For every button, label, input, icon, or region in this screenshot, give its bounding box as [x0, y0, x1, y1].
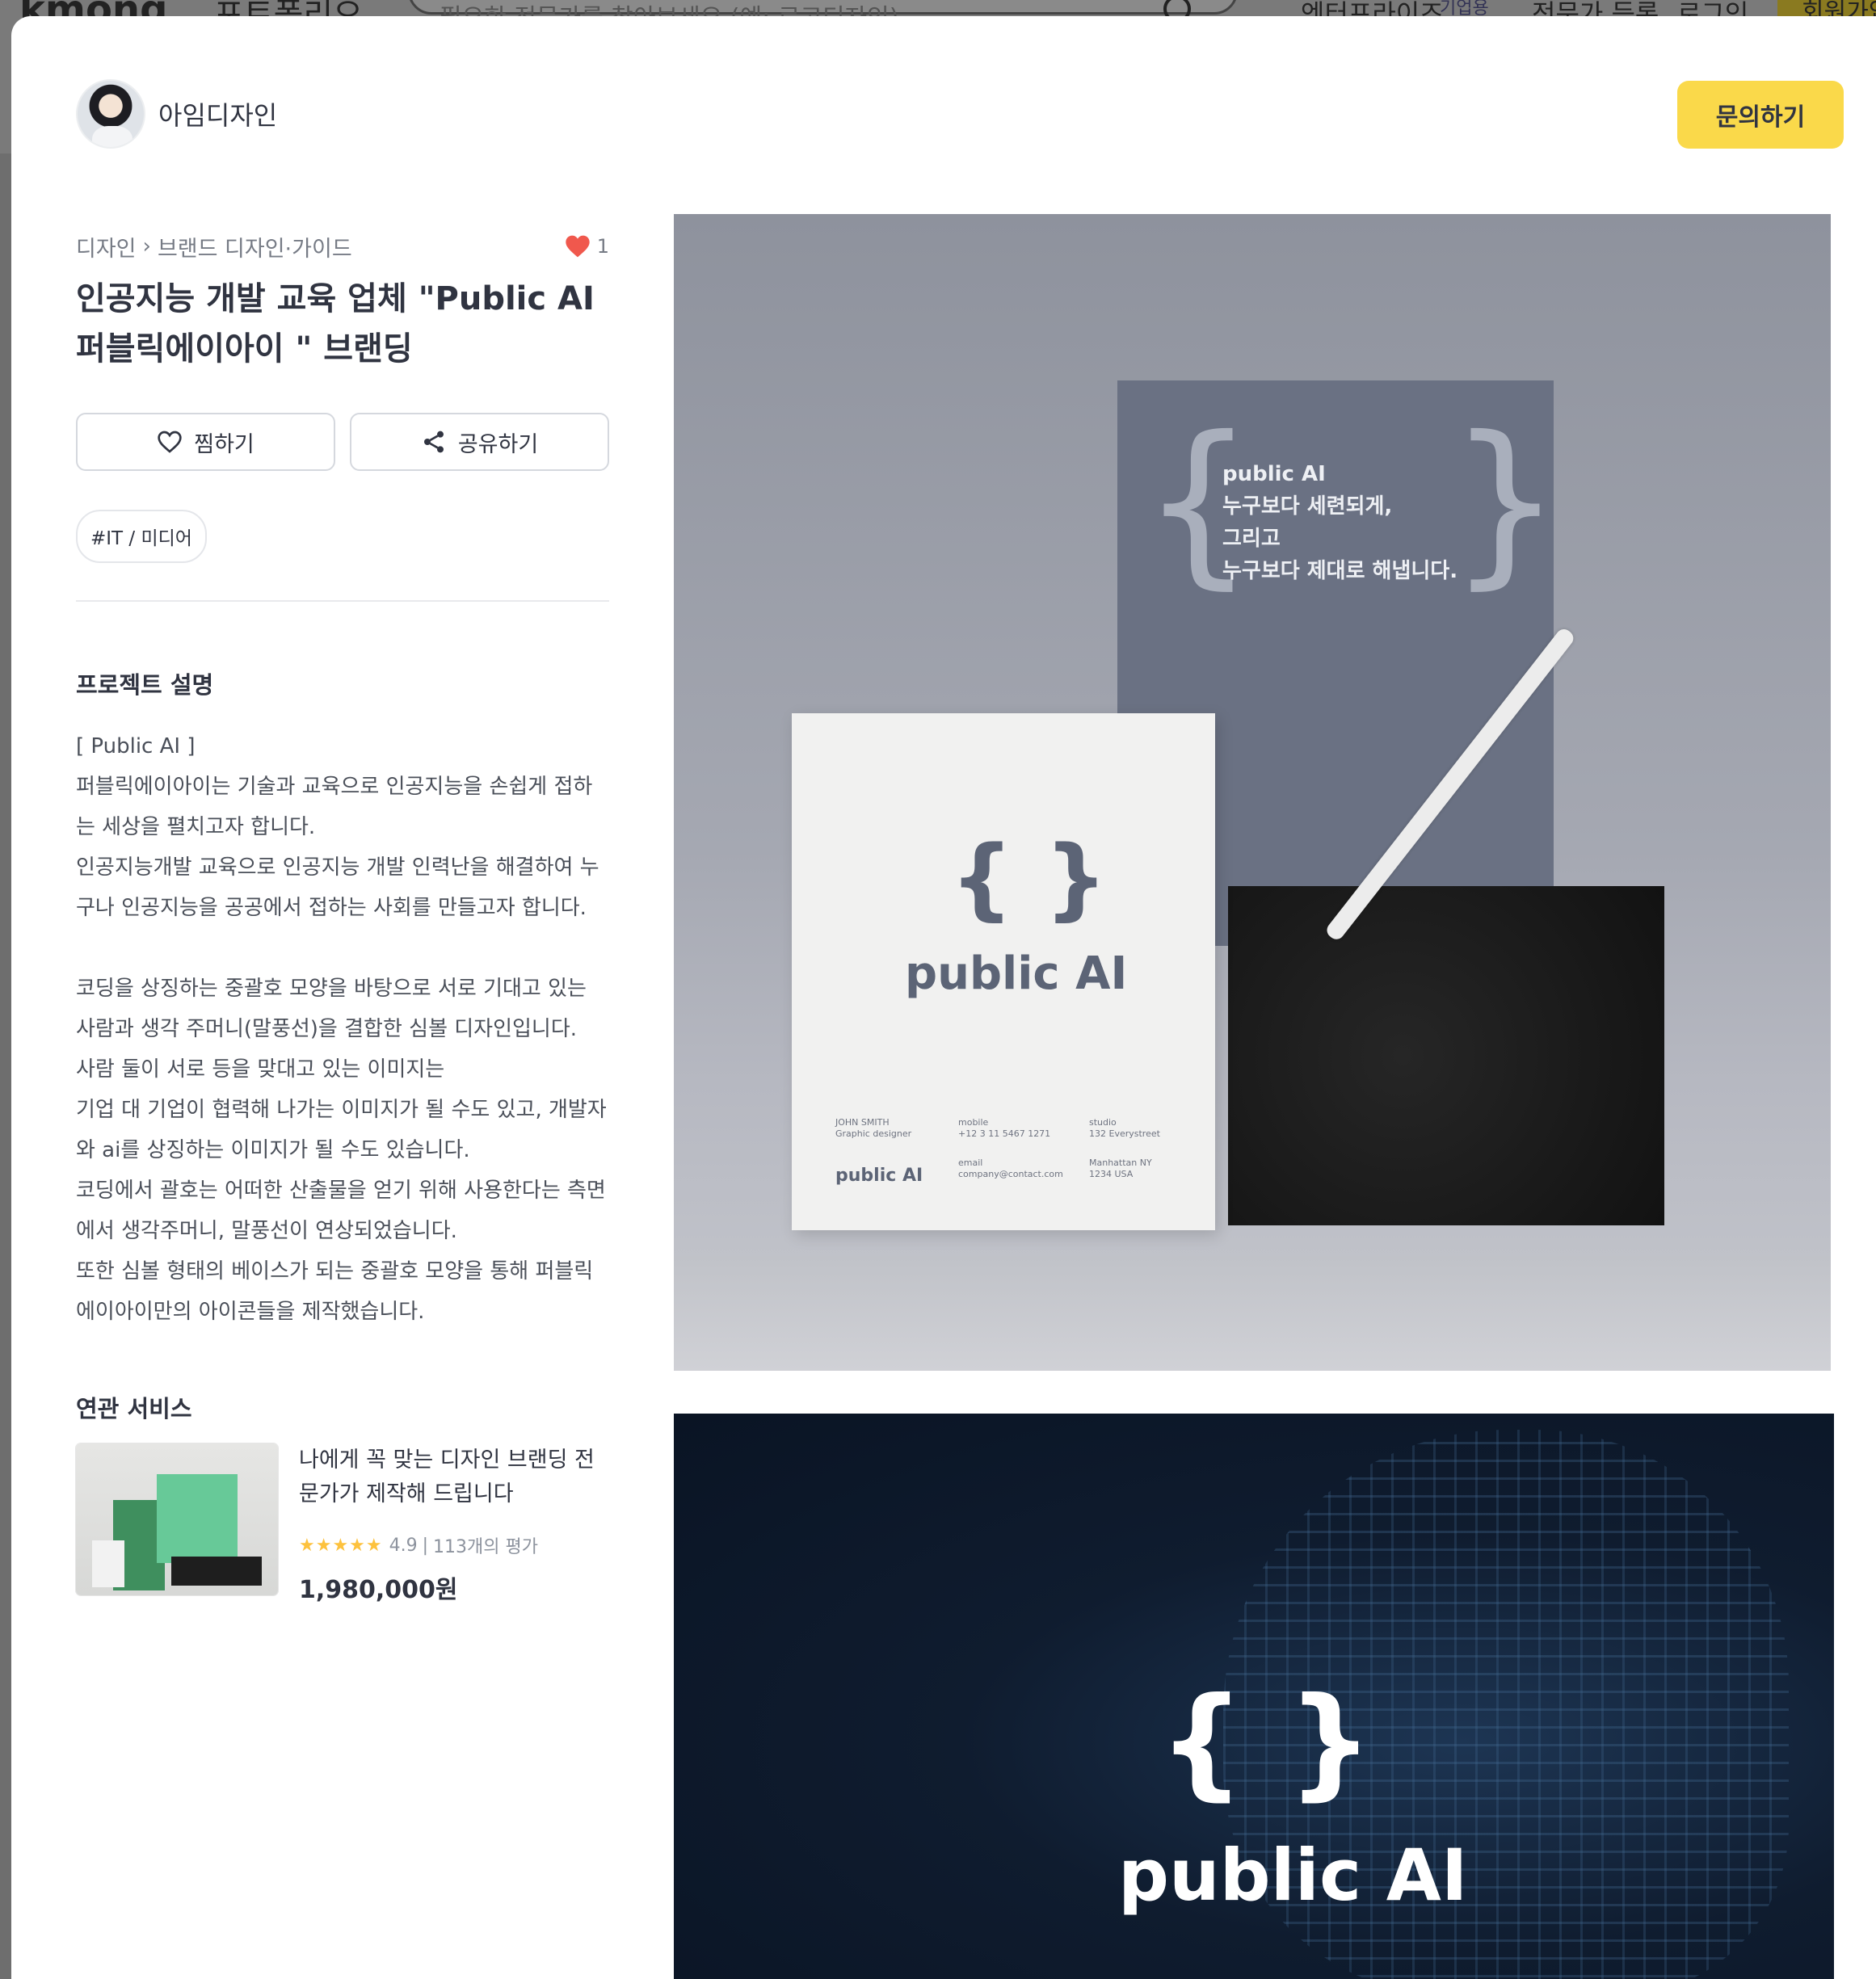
card-email-text: email company@contact.com — [958, 1158, 1063, 1179]
brace-logo-icon: { } — [1159, 1672, 1373, 1813]
page-title: 인공지능 개발 교육 업체 "Public AI 퍼블릭에이아이 " 브랜딩 — [76, 280, 595, 368]
inquiry-button[interactable]: 문의하기 — [1677, 81, 1844, 149]
related-service-name[interactable]: 나에게 꼭 맞는 디자인 브랜딩 전문가가 제작해 드립니다 — [299, 1443, 609, 1511]
category-tag[interactable]: #IT / 미디어 — [76, 510, 207, 563]
related-service-thumbnail[interactable] — [76, 1443, 278, 1595]
related-service-info: 나에게 꼭 맞는 디자인 브랜딩 전문가가 제작해 드립니다 ★★★★★ 4.9… — [299, 1443, 609, 1605]
heart-filled-icon — [566, 235, 590, 258]
breadcrumb-category[interactable]: 디자인 — [76, 231, 137, 263]
breadcrumb: 디자인 › 브랜드 디자인·가이드 — [76, 231, 352, 263]
card-city-text: Manhattan NY 1234 USA — [1089, 1158, 1152, 1179]
portfolio-image-1[interactable]: { } public AI 누구보다 세련되게, 그리고 누구보다 제대로 해냅… — [674, 214, 1831, 1371]
signup-button[interactable]: 회원가입 — [1777, 0, 1876, 27]
card-studio-text: studio 132 Everystreet — [1089, 1117, 1160, 1139]
card-mobile-text: mobile +12 3 11 5467 1271 — [958, 1117, 1051, 1139]
heart-icon — [158, 431, 182, 453]
breadcrumb-row: 디자인 › 브랜드 디자인·가이드 1 — [76, 230, 609, 263]
like-count-value: 1 — [596, 235, 609, 258]
rating-separator: | — [422, 1535, 429, 1556]
chevron-right-icon: › — [142, 234, 151, 258]
image-2-brand-text: public AI — [1118, 1834, 1468, 1917]
related-service-card[interactable]: 나에게 꼭 맞는 디자인 브랜딩 전문가가 제작해 드립니다 ★★★★★ 4.9… — [76, 1443, 609, 1605]
image-brand-text: public AI — [905, 947, 1128, 1000]
like-count: 1 — [565, 234, 609, 258]
divider — [76, 600, 609, 602]
star-rating-icon: ★★★★★ — [299, 1535, 383, 1556]
search-bar[interactable]: 필요한 전문가를 찾아보세요 (예: 로고디자인) — [408, 0, 1238, 32]
related-service-price: 1,980,000원 — [299, 1576, 458, 1604]
share-icon — [423, 431, 444, 453]
share-label: 공유하기 — [457, 431, 539, 457]
breadcrumb-subcategory[interactable]: 브랜드 디자인·가이드 — [158, 231, 352, 263]
author-row[interactable]: 아임디자인 — [76, 79, 277, 149]
project-description-body: [ Public AI ] 퍼블릭에이아이는 기술과 교육으로 인공지능을 손쉽… — [76, 734, 607, 1324]
rating-value: 4.9 — [389, 1535, 418, 1556]
action-row: 찜하기 공유하기 — [76, 413, 609, 471]
card-brand-small: public AI — [835, 1166, 923, 1186]
related-service-rating: ★★★★★ 4.9 | 113개의 평가 — [299, 1532, 609, 1558]
portfolio-modal: 아임디자인 문의하기 디자인 › 브랜드 디자인·가이드 1 인공지능 개발 교… — [11, 16, 1876, 1979]
author-name[interactable]: 아임디자인 — [158, 95, 277, 132]
image-back-card-text: public AI 누구보다 세련되게, 그리고 누구보다 제대로 해냅니다. — [1222, 462, 1458, 583]
related-services-heading: 연관 서비스 — [76, 1395, 192, 1422]
portfolio-info: 디자인 › 브랜드 디자인·가이드 1 인공지능 개발 교육 업체 "Publi… — [76, 230, 609, 1605]
avatar[interactable] — [76, 79, 145, 149]
image-business-card: { } public AI JOHN SMITH Graphic designe… — [792, 713, 1215, 1230]
brace-close-graphic: } — [1449, 398, 1562, 605]
card-name-text: JOHN SMITH Graphic designer — [835, 1117, 912, 1139]
share-button[interactable]: 공유하기 — [350, 413, 609, 471]
brace-logo-icon: { } — [950, 826, 1108, 930]
wishlist-button[interactable]: 찜하기 — [76, 413, 335, 471]
portfolio-image-2[interactable]: { } public AI — [674, 1414, 1834, 1979]
image-black-card — [1228, 886, 1664, 1225]
wishlist-label: 찜하기 — [194, 431, 254, 457]
review-count: 113개의 평가 — [433, 1537, 538, 1557]
project-description-heading: 프로젝트 설명 — [76, 671, 214, 699]
